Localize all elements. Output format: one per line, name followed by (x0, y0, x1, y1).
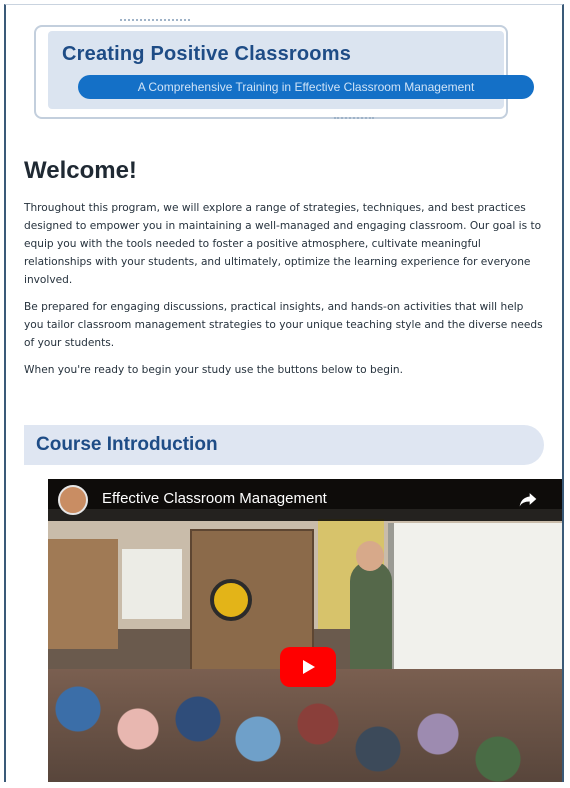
course-introduction-header: Course Introduction (24, 425, 544, 465)
section-title: Course Introduction (36, 434, 218, 455)
video-player[interactable]: Effective Classroom Management (48, 479, 562, 782)
video-title[interactable]: Effective Classroom Management (102, 490, 327, 507)
banner-dotted-line-top (120, 19, 190, 23)
share-icon[interactable] (518, 489, 538, 509)
banner-dotted-line-bottom (334, 117, 374, 121)
video-thumbnail-whiteboard (388, 523, 562, 693)
welcome-section: Welcome! Throughout this program, we wil… (24, 157, 546, 388)
channel-avatar-icon[interactable] (58, 485, 88, 515)
video-thumbnail-easel (122, 549, 182, 619)
video-thumbnail-target (210, 579, 252, 621)
welcome-paragraph: Be prepared for engaging discussions, pr… (24, 301, 543, 349)
course-banner: Creating Positive Classrooms A Comprehen… (34, 19, 534, 121)
play-icon (303, 660, 315, 674)
welcome-paragraph: Throughout this program, we will explore… (24, 202, 542, 286)
video-thumbnail-cabinet (48, 539, 118, 649)
page-frame: Creating Positive Classrooms A Comprehen… (4, 4, 564, 782)
welcome-paragraph: When you're ready to begin your study us… (24, 364, 403, 376)
banner-subtitle: A Comprehensive Training in Effective Cl… (78, 75, 534, 99)
banner-title: Creating Positive Classrooms (62, 43, 352, 65)
welcome-heading: Welcome! (24, 157, 137, 184)
play-button[interactable] (280, 647, 336, 687)
video-title-bar: Effective Classroom Management (48, 479, 562, 521)
video-thumbnail-teacher-head (356, 541, 384, 571)
